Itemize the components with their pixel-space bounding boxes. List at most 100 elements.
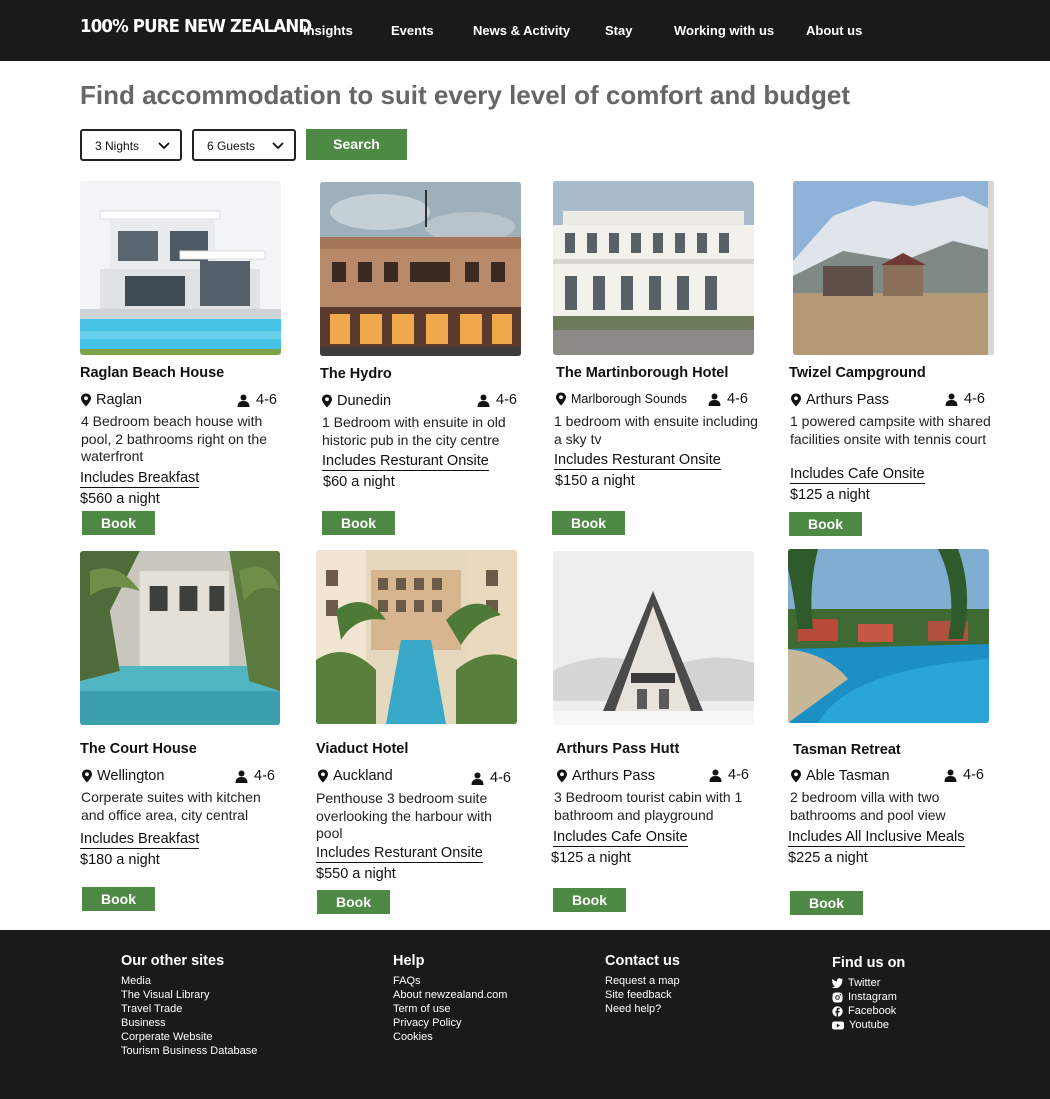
book-button[interactable]: Book [82,511,155,535]
accommodation-photo[interactable] [316,550,517,724]
location-label: Dunedin [337,393,392,409]
price-per-night: $225 a night [788,850,868,866]
accommodation-photo[interactable] [553,551,754,725]
location-pin-icon [557,769,567,783]
footer-link-need-help[interactable]: Need help? [605,1002,680,1016]
accommodation-photo[interactable] [553,181,754,355]
accommodation-location: Able Tasman [790,768,890,784]
includes-link[interactable]: Includes Resturant Onsite [554,452,721,470]
footer-link-instagram[interactable]: Instagram [832,990,905,1004]
footer-link-terms[interactable]: Term of use [393,1002,507,1016]
page-title: Find accommodation to suit every level o… [80,80,850,110]
instagram-icon [832,992,843,1002]
facebook-icon [832,1005,843,1017]
nights-select[interactable]: 3 Nights [80,129,182,161]
accommodation-name[interactable]: Tasman Retreat [793,742,901,758]
footer-link-site-feedback[interactable]: Site feedback [605,988,680,1002]
includes-link[interactable]: Includes Cafe Onsite [553,829,688,847]
location-pin-icon [556,392,566,406]
footer-link-privacy[interactable]: Privacy Policy [393,1016,507,1030]
guests-select[interactable]: 6 Guests [192,129,296,161]
location-pin-icon [318,769,328,783]
accommodation-name[interactable]: The Court House [80,741,197,757]
person-icon [237,394,250,407]
guest-count: 4-6 [496,392,517,408]
guest-count: 4-6 [256,392,277,408]
accommodation-photo[interactable] [788,549,989,723]
footer-link-corporate-website[interactable]: Corperate Website [121,1030,257,1044]
accommodation-name[interactable]: The Martinborough Hotel [556,365,728,381]
price-per-night: $125 a night [551,850,631,866]
footer-link-business[interactable]: Business [121,1016,257,1030]
location-pin-icon [322,394,332,408]
footer-social: Find us on Twitter Instagram Facebook Yo… [832,955,905,1032]
book-button[interactable]: Book [790,891,863,915]
guest-count: 4-6 [964,391,985,407]
includes-link[interactable]: Includes Cafe Onsite [790,466,925,484]
nav-insights[interactable]: Insights [303,23,353,38]
book-button[interactable]: Book [82,887,155,911]
footer-link-cookies[interactable]: Cookies [393,1030,507,1044]
location-label: Raglan [96,392,142,408]
nav-working-with-us[interactable]: Working with us [674,23,774,38]
accommodation-description: Penthouse 3 bedroom suite overlooking th… [316,790,492,841]
book-button[interactable]: Book [789,512,862,536]
includes-link[interactable]: Includes Resturant Onsite [316,845,483,863]
site-logo[interactable]: 100% PURE NEW ZEALAND [80,16,312,37]
footer-link-faqs[interactable]: FAQs [393,974,507,988]
nav-news-activity[interactable]: News & Activity [473,23,570,38]
twitter-icon [832,978,843,988]
accommodation-location: Arthurs Pass [790,392,889,408]
location-pin-icon [791,769,801,783]
footer-link-request-map[interactable]: Request a map [605,974,680,988]
footer-link-youtube[interactable]: Youtube [832,1018,905,1032]
accommodation-name[interactable]: Twizel Campground [789,365,926,381]
accommodation-description: 2 bedroom villa with two bathrooms and p… [790,789,946,823]
book-button[interactable]: Book [553,888,626,912]
search-button[interactable]: Search [306,129,407,160]
book-button[interactable]: Book [317,890,390,914]
accommodation-photo[interactable] [793,181,994,355]
accommodation-photo[interactable] [80,551,280,725]
guest-count: 4-6 [963,767,984,783]
footer-link-visual-library[interactable]: The Visual Library [121,988,257,1002]
includes-link[interactable]: Includes Breakfast [80,831,200,849]
includes-link[interactable]: Includes Resturant Onsite [322,453,489,471]
footer-link-twitter[interactable]: Twitter [832,976,905,990]
accommodation-location: Raglan [80,392,142,408]
footer-link-about[interactable]: About newzealand.com [393,988,507,1002]
accommodation-name[interactable]: Arthurs Pass Hutt [556,741,679,757]
footer-heading: Our other sites [121,953,225,969]
person-icon [235,770,248,783]
footer-contact: Contact us Request a map Site feedback N… [605,953,680,1016]
person-icon [708,393,721,406]
nav-events[interactable]: Events [391,23,434,38]
footer-link-travel-trade[interactable]: Travel Trade [121,1002,257,1016]
guest-capacity: 4-6 [471,770,511,786]
nav-stay[interactable]: Stay [605,23,632,38]
accommodation-location: Marlborough Sounds [555,392,687,406]
accommodation-name[interactable]: Viaduct Hotel [316,741,408,757]
chevron-down-icon [272,142,284,150]
book-button[interactable]: Book [322,511,395,535]
person-icon [471,772,484,785]
guest-capacity: 4-6 [945,391,985,407]
includes-link[interactable]: Includes All Inclusive Meals [788,829,965,847]
nav-about-us[interactable]: About us [806,23,862,38]
includes-link[interactable]: Includes Breakfast [80,470,200,488]
accommodation-name[interactable]: The Hydro [320,366,392,382]
accommodation-photo[interactable] [80,181,281,355]
guest-capacity: 4-6 [235,768,275,784]
guest-count: 4-6 [728,767,749,783]
footer-heading: Contact us [605,953,680,969]
accommodation-name[interactable]: Raglan Beach House [80,365,224,381]
accommodation-photo[interactable] [320,182,521,356]
social-label: Facebook [848,1005,897,1017]
accommodation-description: 4 Bedroom beach house with pool, 2 bathr… [81,413,268,464]
footer-link-media[interactable]: Media [121,974,257,988]
footer-link-facebook[interactable]: Facebook [832,1004,905,1018]
location-pin-icon [791,393,801,407]
footer-link-tourism-database[interactable]: Tourism Business Database [121,1044,257,1058]
price-per-night: $560 a night [80,491,160,507]
book-button[interactable]: Book [552,511,625,535]
